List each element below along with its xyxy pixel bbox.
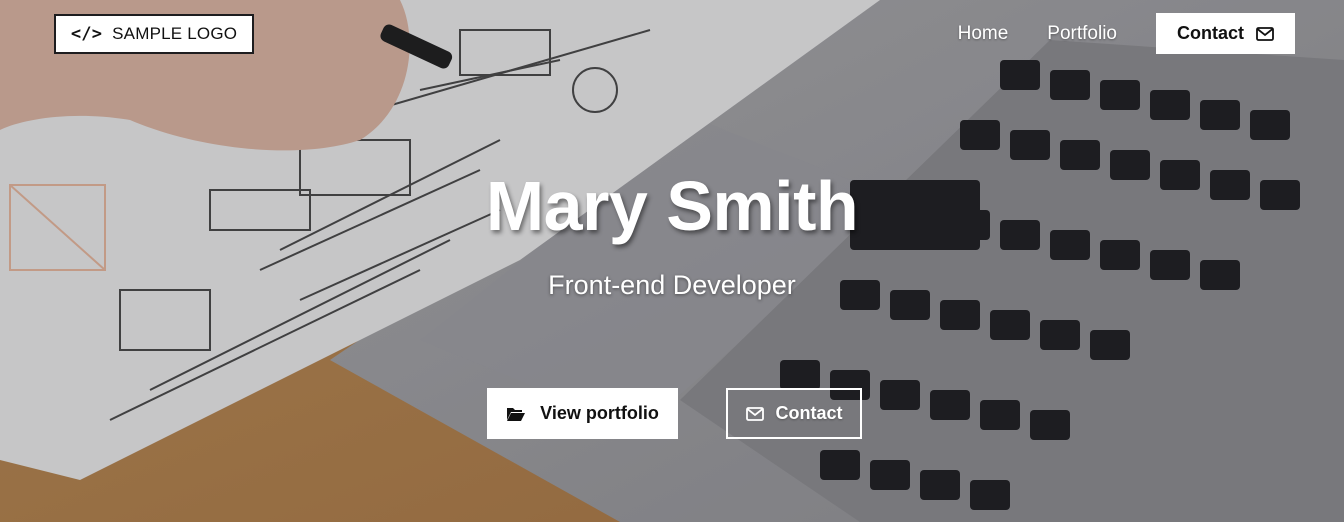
hero-contact-button[interactable]: Contact bbox=[726, 388, 862, 439]
view-portfolio-label: View portfolio bbox=[540, 403, 659, 423]
hero-background-image bbox=[0, 0, 1344, 522]
folder-open-icon bbox=[506, 406, 526, 422]
code-icon: </> bbox=[70, 24, 103, 44]
hero-name-heading: Mary Smith bbox=[485, 167, 859, 245]
envelope-icon bbox=[1256, 26, 1274, 41]
view-portfolio-button[interactable]: View portfolio bbox=[487, 388, 678, 439]
nav-portfolio-link[interactable]: Portfolio bbox=[1047, 23, 1117, 45]
hero-contact-label: Contact bbox=[775, 403, 843, 423]
nav-contact-label: Contact bbox=[1177, 23, 1244, 43]
site-logo[interactable]: </> SAMPLE LOGO bbox=[54, 14, 254, 54]
hero-role-subtitle: Front-end Developer bbox=[548, 270, 796, 300]
main-navigation: Home Portfolio Contact bbox=[958, 13, 1295, 54]
nav-contact-button[interactable]: Contact bbox=[1156, 13, 1295, 54]
envelope-icon bbox=[745, 406, 764, 421]
logo-text: SAMPLE LOGO bbox=[112, 24, 238, 43]
nav-home-link[interactable]: Home bbox=[958, 23, 1009, 45]
